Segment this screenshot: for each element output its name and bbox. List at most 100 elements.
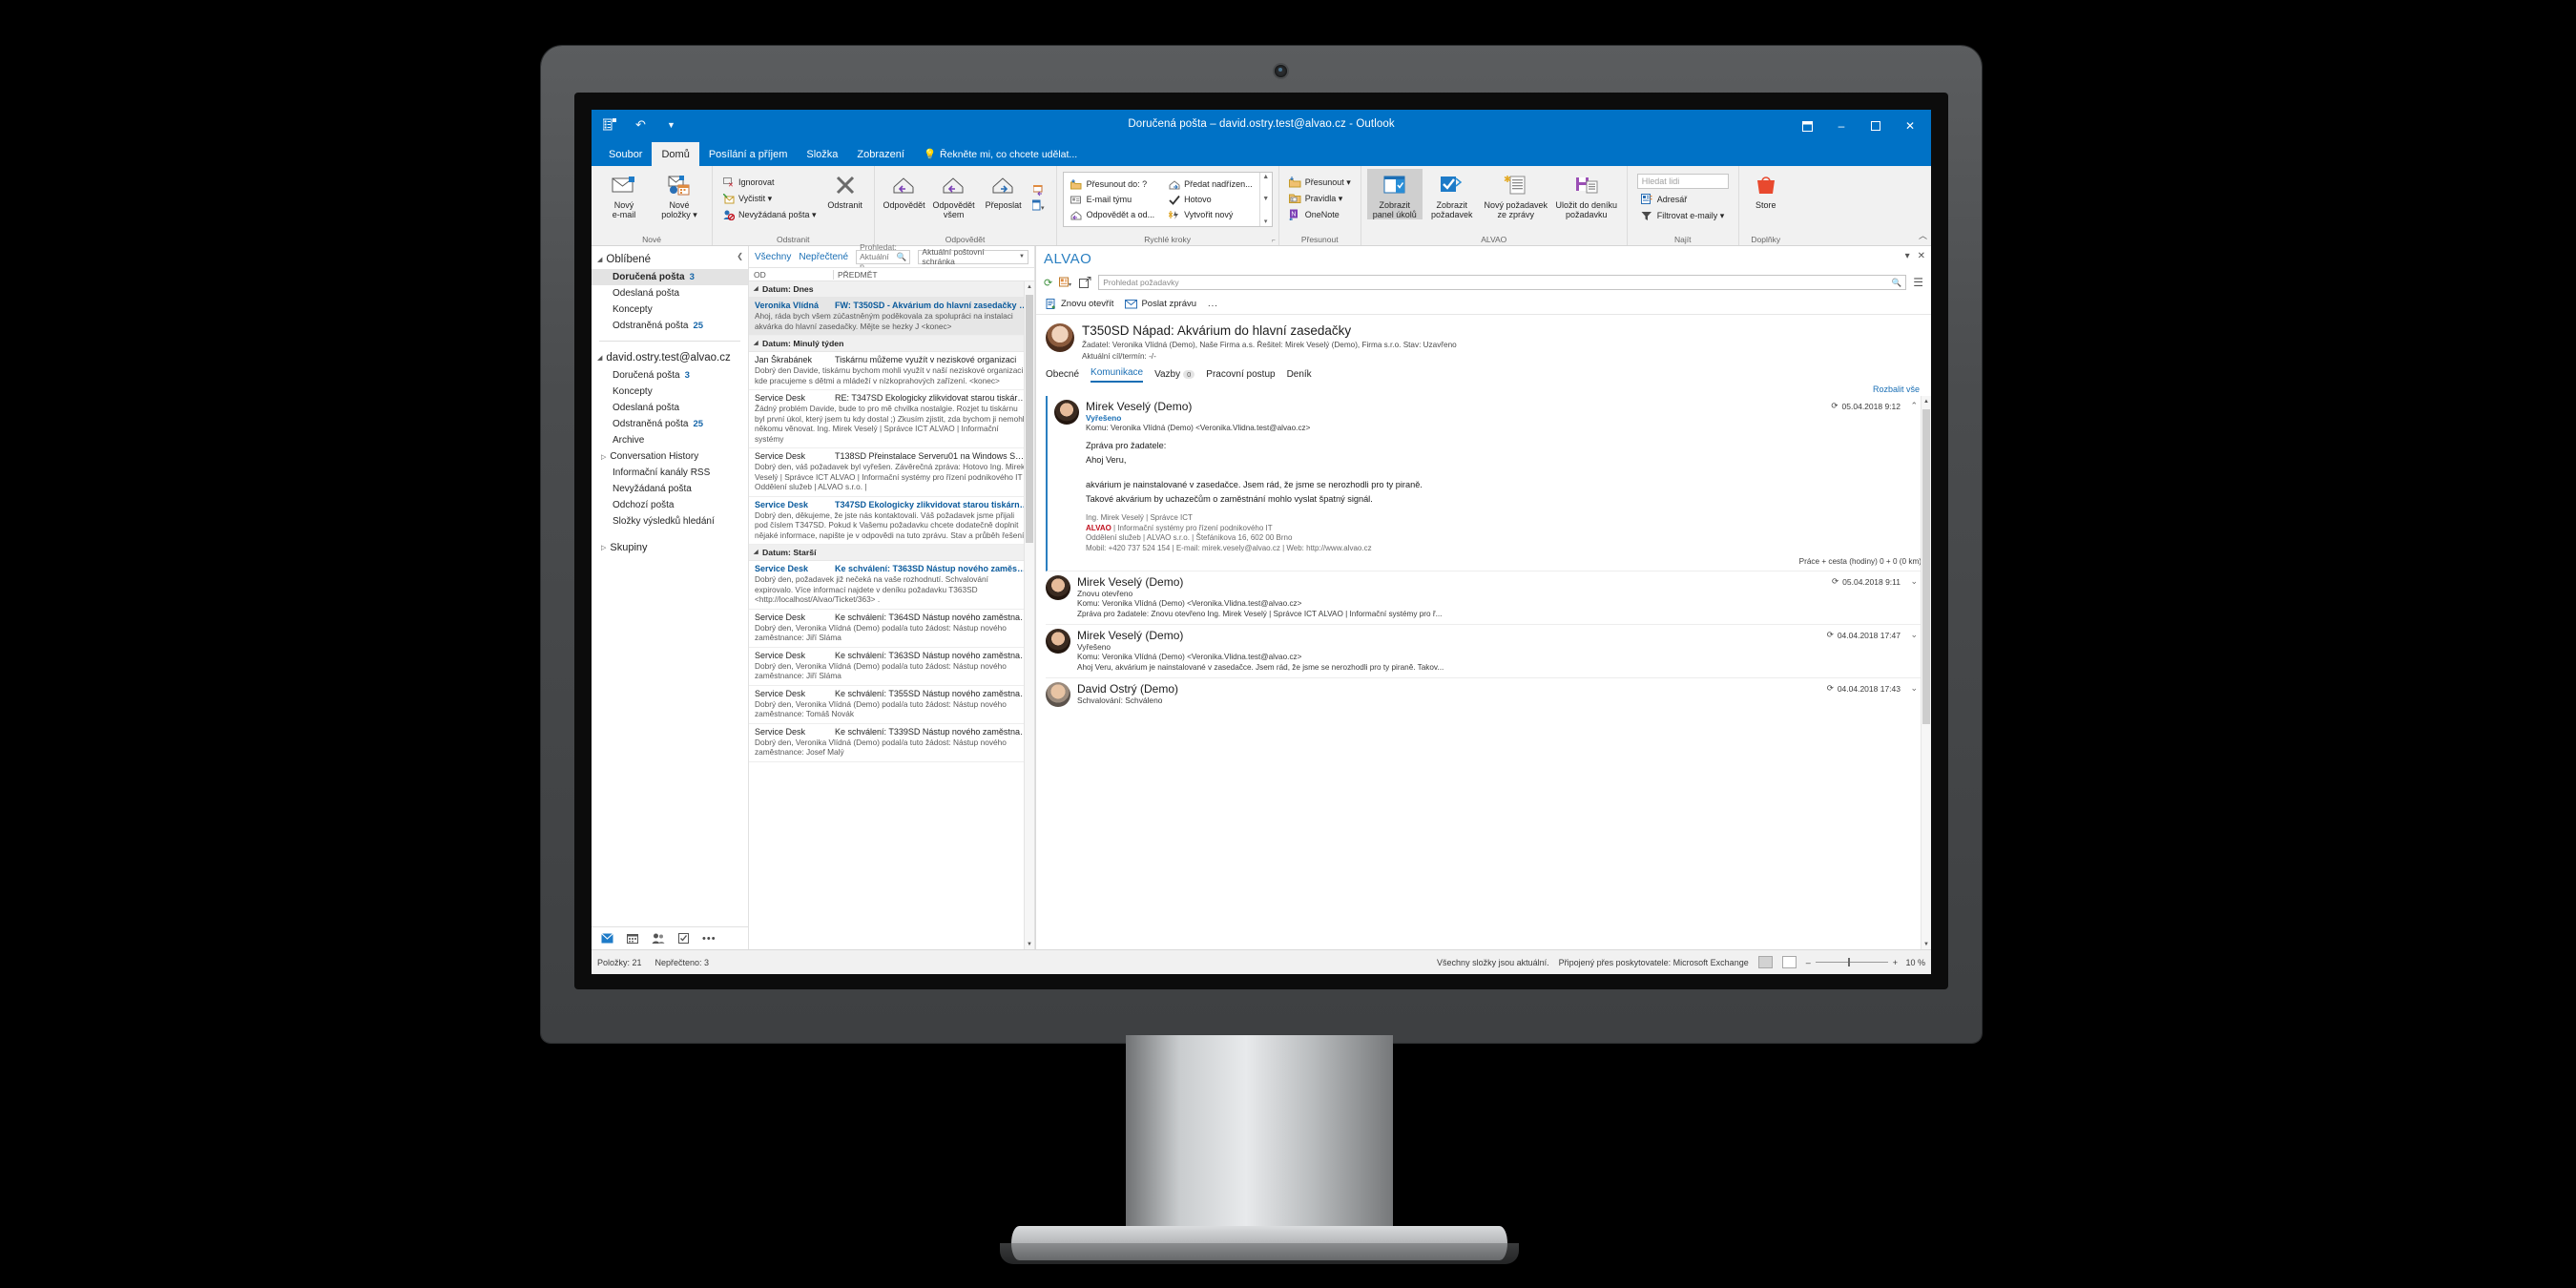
people-icon[interactable]: [652, 933, 665, 944]
search-icon[interactable]: 🔍: [897, 252, 907, 262]
reply-all-button[interactable]: Odpovědět všem: [930, 169, 978, 219]
list-column-headers[interactable]: OD PŘEDMĚT: [749, 267, 1034, 281]
address-book-button[interactable]: Adresář: [1637, 192, 1729, 206]
tab-posilani-a-prijem[interactable]: Posílání a příjem: [699, 142, 798, 166]
sidebar-item-koncepty-fav[interactable]: Koncepty: [592, 301, 748, 318]
save-to-journal-button[interactable]: Uložit do deníku požadavku: [1552, 169, 1621, 219]
tab-vazby[interactable]: Vazby 0: [1154, 369, 1195, 383]
table-row[interactable]: Service Desk T138SD Přeinstalace Serveru…: [749, 448, 1034, 497]
cleanup-button[interactable]: Vyčistit ▾: [718, 192, 821, 206]
sidebar-item-odeslana-posta[interactable]: Odeslaná pošta: [592, 400, 748, 416]
table-row[interactable]: Service Desk Ke schválení: T364SD Nástup…: [749, 610, 1034, 648]
sidebar-item-archive[interactable]: Archive: [592, 432, 748, 448]
tab-domu[interactable]: Domů: [652, 142, 699, 166]
alvao-task-pane[interactable]: ALVAO ▾ ✕ ⟳ ▾ Prohledat požadavky 🔍 ☰ Zn…: [1035, 246, 1931, 949]
sidebar-item-slozky-vysledku-hledani[interactable]: Složky výsledků hledání: [592, 513, 748, 530]
overflow-button[interactable]: ...: [1208, 299, 1218, 309]
tab-zobrazeni[interactable]: Zobrazení: [847, 142, 914, 166]
search-people-input[interactable]: Hledat lidi: [1636, 174, 1729, 189]
tab-komunikace[interactable]: Komunikace: [1091, 367, 1144, 383]
close-pane-icon[interactable]: ✕: [1918, 251, 1925, 261]
junk-button[interactable]: Nevyžádaná pošta ▾: [718, 208, 821, 222]
search-scope-dropdown[interactable]: Aktuální poštovní schránka ▼: [918, 247, 1028, 266]
scroll-down-icon[interactable]: ▼: [1025, 939, 1034, 949]
sidebar-item-conversation-history[interactable]: ▷ Conversation History: [592, 448, 748, 465]
message-list-scrollbar[interactable]: ▲ ▼: [1024, 281, 1034, 949]
zoom-track[interactable]: [1815, 958, 1888, 966]
sidebar-item-odeslana-posta-fav[interactable]: Odeslaná pošta: [592, 285, 748, 301]
communication-thread[interactable]: Mirek Veselý (Demo) Vyřešeno Komu: Veron…: [1036, 396, 1931, 949]
filter-tab-vsechny[interactable]: Všechny: [755, 252, 791, 262]
onenote-button[interactable]: N OneNote: [1285, 208, 1355, 222]
move-button[interactable]: Přesunout ▾: [1285, 176, 1355, 190]
sidebar-item-odstranena-posta-fav[interactable]: Odstraněná pošta 25: [592, 318, 748, 334]
column-header-predmet[interactable]: PŘEDMĚT: [833, 269, 1034, 280]
expand-message-icon[interactable]: ⌄: [1910, 576, 1918, 587]
more-icon[interactable]: •••: [702, 933, 717, 945]
zoom-out-icon[interactable]: –: [1806, 958, 1811, 967]
scrollbar-thumb[interactable]: [1922, 409, 1930, 724]
collapse-folder-pane-icon[interactable]: ❮: [737, 252, 743, 260]
sidebar-item-dorucena-posta-fav[interactable]: Doručená pošta 3: [592, 269, 748, 285]
scrollbar-thumb[interactable]: [1026, 295, 1033, 543]
sidebar-item-rss[interactable]: Informační kanály RSS: [592, 465, 748, 481]
scroll-more-icon[interactable]: ▾: [1264, 218, 1268, 225]
table-row[interactable]: Service Desk Ke schválení: T363SD Nástup…: [749, 648, 1034, 686]
delete-button[interactable]: Odstranit: [822, 169, 868, 210]
table-row[interactable]: Service Desk Ke schválení: T363SD Nástup…: [749, 561, 1034, 610]
sidebar-item-odstranena-posta[interactable]: Odstraněná pošta 25: [592, 416, 748, 432]
rules-button[interactable]: Pravidla ▾: [1285, 192, 1355, 206]
tab-denik[interactable]: Deník: [1287, 369, 1312, 383]
table-row[interactable]: Service Desk Ke schválení: T339SD Nástup…: [749, 724, 1034, 762]
restore-icon[interactable]: [1859, 110, 1893, 142]
expand-all-link[interactable]: Rozbalit vše: [1036, 383, 1931, 396]
sidebar-item-nevyzadana-posta[interactable]: Nevyžádaná pošta: [592, 481, 748, 497]
nav-group-oblibene[interactable]: ◢ Oblíbené: [592, 250, 748, 269]
sidebar-item-odchozi-posta[interactable]: Odchozí pošta: [592, 497, 748, 513]
quick-step-done[interactable]: Hotovo: [1164, 193, 1257, 207]
reply-button[interactable]: Odpovědět: [881, 169, 928, 210]
calendar-icon[interactable]: [627, 933, 638, 944]
quick-steps-gallery[interactable]: Přesunout do: ? E-mail týmu Odpovědět a …: [1062, 172, 1273, 227]
scroll-up-icon[interactable]: ▲: [1262, 174, 1269, 180]
table-row[interactable]: Veronika Vlídná FW: T350SD - Akvárium do…: [749, 298, 1034, 336]
new-email-button[interactable]: Nový e-mail: [597, 169, 651, 219]
scroll-up-icon[interactable]: ▲: [1922, 396, 1931, 406]
message-list-pane[interactable]: Všechny Nepřečtené Prohledat: Aktuální p…: [749, 242, 1035, 949]
ribbon[interactable]: Nový e-mail Nové položky ▾ Nové ✕ Ignoro…: [592, 166, 1931, 246]
quick-step-move-to[interactable]: Přesunout do: ?: [1067, 177, 1159, 192]
column-header-od[interactable]: OD: [749, 270, 833, 280]
more-respond-icon-2[interactable]: ▾: [1031, 199, 1048, 212]
alvao-command-bar[interactable]: Znovu otevřít Poslat zprávu ...: [1036, 294, 1931, 315]
scroll-down-icon[interactable]: ▼: [1922, 939, 1931, 949]
reopen-button[interactable]: Znovu otevřít: [1046, 298, 1113, 310]
normal-view-button[interactable]: [1757, 956, 1773, 968]
show-request-button[interactable]: Zobrazit požadavek: [1424, 169, 1480, 219]
date-group-header-starsi[interactable]: ◢ Datum: Starší: [749, 545, 1034, 561]
tab-pracovni-postup[interactable]: Pracovní postup: [1206, 369, 1275, 383]
thread-message[interactable]: David Ostrý (Demo) Schvalování: Schválen…: [1046, 678, 1922, 712]
store-button[interactable]: Store: [1745, 169, 1787, 210]
list-filter-bar[interactable]: Všechny Nepřečtené Prohledat: Aktuální p…: [749, 242, 1034, 271]
new-items-button[interactable]: Nové položky ▾: [653, 169, 706, 219]
alvao-search-input[interactable]: Prohledat požadavky 🔍: [1098, 275, 1907, 290]
collapse-message-icon[interactable]: ⌃: [1910, 401, 1918, 411]
quick-steps-dialog-launcher[interactable]: ⌐: [1272, 238, 1276, 244]
date-group-header-dnes[interactable]: ◢ Datum: Dnes: [749, 281, 1034, 298]
new-request-dropdown-icon[interactable]: ▾: [1059, 277, 1072, 288]
tasks-icon[interactable]: [678, 933, 689, 944]
sidebar-item-koncepty[interactable]: Koncepty: [592, 384, 748, 400]
table-row[interactable]: Jan Škrabánek Tiskárnu můžeme využít v n…: [749, 352, 1034, 390]
show-task-pane-button[interactable]: Zobrazit panel úkolů: [1366, 169, 1423, 219]
window-controls[interactable]: – ✕: [1790, 110, 1927, 142]
ignore-button[interactable]: ✕ Ignorovat: [718, 176, 821, 190]
scroll-up-icon[interactable]: ▲: [1025, 281, 1034, 292]
table-row[interactable]: Service Desk Ke schválení: T355SD Nástup…: [749, 686, 1034, 724]
tab-obecne[interactable]: Obecné: [1046, 369, 1079, 383]
minimize-icon[interactable]: –: [1824, 110, 1859, 142]
quick-step-to-manager[interactable]: Předat nadřízen...: [1164, 177, 1257, 192]
tab-soubor[interactable]: Soubor: [599, 142, 652, 166]
nav-group-account[interactable]: ◢ david.ostry.test@alvao.cz: [592, 348, 748, 367]
quick-step-reply-delete[interactable]: Odpovědět a od...: [1067, 208, 1159, 222]
quick-step-create-new[interactable]: Vytvořit nový: [1164, 208, 1257, 222]
